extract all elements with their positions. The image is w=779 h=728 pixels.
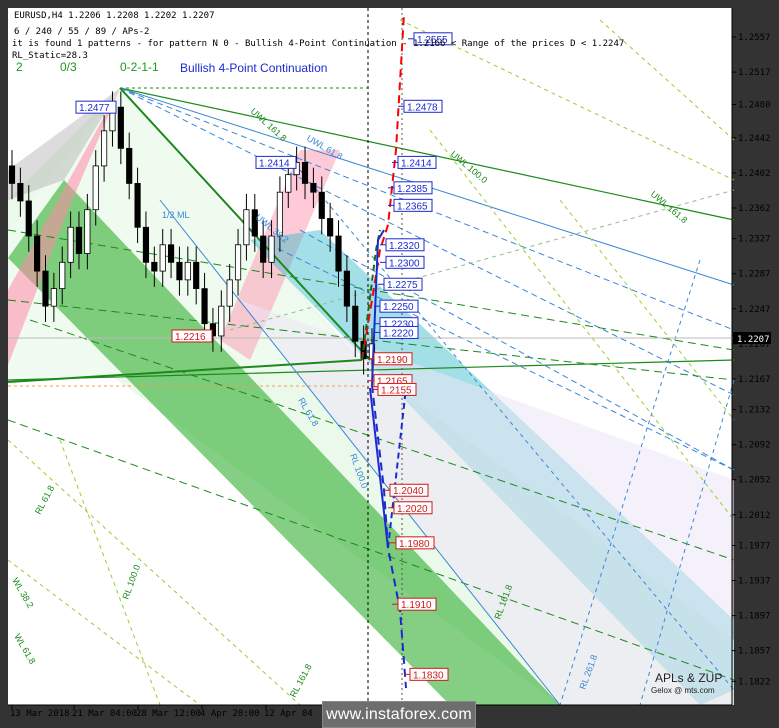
pattern-name: Bullish 4-Point Continuation <box>180 61 327 75</box>
candle-body <box>184 261 191 281</box>
wave-code: 0-2-1-1 <box>120 60 159 74</box>
level-label: 1.2478 <box>407 102 438 113</box>
candle-body <box>159 244 166 272</box>
level-label: 1.2220 <box>383 328 414 339</box>
email-watermark: Gelox @ mts.com <box>651 686 715 695</box>
y-tick-label: 1.2287 <box>738 270 771 280</box>
candle-body <box>327 218 334 237</box>
level-label: 1.2320 <box>389 241 420 252</box>
candle-body <box>17 183 24 202</box>
candle-body <box>142 226 150 263</box>
candle-body <box>310 183 317 193</box>
candle-body <box>260 235 267 263</box>
candle-body <box>34 235 41 272</box>
y-axis-ticks: 1.2557 1.2517 1.2480 1.2442 1.2402 1.2362 1.23… <box>732 33 771 687</box>
x-tick-label: 21 Mar 04:00 <box>72 709 137 719</box>
y-tick-label: 1.2480 <box>738 101 771 111</box>
pattern-line: it is found 1 patterns - for pattern N 0… <box>12 39 624 49</box>
candle-body <box>201 288 208 325</box>
pivot-label: 1.2477 <box>79 103 110 114</box>
y-tick-label: 1.2167 <box>738 375 771 385</box>
y-tick-label: 1.2327 <box>738 235 771 245</box>
candle-body <box>243 209 250 246</box>
x-tick-label: 12 Apr 04 <box>264 709 313 719</box>
candle-body <box>117 106 124 149</box>
candle-body <box>218 305 225 337</box>
candle-body <box>234 244 242 281</box>
brand-watermark: APLs & ZUP <box>655 671 722 685</box>
level-label: 1.2040 <box>393 486 424 497</box>
y-tick-label: 1.2517 <box>738 68 771 78</box>
y-tick-label: 1.2557 <box>738 33 771 43</box>
candle-body <box>126 147 133 184</box>
candle-body <box>335 235 342 272</box>
y-tick-label: 1.1822 <box>738 677 771 687</box>
level-label: 1.2020 <box>397 504 428 515</box>
candle-body <box>92 165 99 211</box>
candle-body <box>226 279 233 307</box>
chart-window: UWL 161.8 UWL 61.8 UWL 100.0 UWL 161.8 1/2 M… <box>0 0 779 728</box>
y-tick-label: 1.2442 <box>738 134 771 144</box>
pivot-label: 1.2414 <box>259 158 290 169</box>
x-tick-label: 28 Mar 12:00 <box>136 709 201 719</box>
current-price-label: 1.2207 <box>737 335 770 345</box>
y-tick-label: 1.2012 <box>738 511 771 521</box>
site-banner-text: www.instaforex.com <box>326 705 472 723</box>
level-label: 1.2190 <box>377 355 408 366</box>
candle-body <box>352 305 359 342</box>
y-tick-label: 1.1897 <box>738 612 771 622</box>
candle-body <box>167 244 175 263</box>
price-chart[interactable]: UWL 161.8UWL 61.8UWL 100.0UWL 161.81/2 M… <box>0 0 779 728</box>
candle-body <box>25 200 32 237</box>
y-tick-label: 1.1857 <box>738 647 771 657</box>
candle-body <box>42 270 49 307</box>
candle-body <box>318 191 325 219</box>
candle-body <box>193 261 200 290</box>
y-tick-label: 1.1977 <box>738 541 771 551</box>
params-line: 6 / 240 / 55 / 89 / APs-2 <box>14 27 149 37</box>
candle-body <box>101 130 108 167</box>
candle-body <box>301 161 309 184</box>
level-label: 1.2275 <box>387 280 418 291</box>
x-tick-label: 13 Mar 2018 <box>10 709 70 719</box>
y-tick-label: 1.1937 <box>738 577 771 587</box>
candle-body <box>8 165 16 184</box>
line-tag: 1/2 ML <box>162 210 190 220</box>
candle-body <box>268 235 275 263</box>
candle-body <box>343 270 350 307</box>
level-label: 1.1980 <box>399 539 430 550</box>
pivot-label: 1.2216 <box>175 332 206 343</box>
y-tick-label: 1.2052 <box>738 476 771 486</box>
candle-body <box>84 209 91 254</box>
candle-body <box>75 226 83 254</box>
site-banner[interactable]: www.instaforex.com <box>322 701 476 728</box>
x-axis-ticks: 13 Mar 2018 21 Mar 04:0028 Mar 12:004 Apr… <box>10 705 313 719</box>
candle-body <box>59 261 66 290</box>
candle-body <box>134 183 141 228</box>
level-label: 1.1910 <box>401 600 432 611</box>
level-label: 1.2250 <box>383 302 414 313</box>
candle-body <box>151 261 158 272</box>
level-label: 1.2155 <box>381 385 412 396</box>
level-label: 1.2414 <box>401 158 432 169</box>
level-label: 1.2385 <box>397 184 428 195</box>
y-tick-label: 1.2362 <box>738 204 771 214</box>
level-label: 1.2365 <box>397 201 428 212</box>
y-tick-label: 1.2132 <box>738 406 771 416</box>
y-tick-label: 1.2402 <box>738 169 771 179</box>
candle-body <box>50 288 57 307</box>
x-tick-label: 4 Apr 20:00 <box>200 709 260 719</box>
level-label: 1.2300 <box>389 258 420 269</box>
count-b: 0/3 <box>60 60 77 74</box>
candle-body <box>251 209 258 237</box>
symbol-line: EURUSD,H4 1.2206 1.2208 1.2202 1.2207 <box>14 11 214 21</box>
y-tick-label: 1.2247 <box>738 305 771 315</box>
y-tick-label: 1.2092 <box>738 441 771 451</box>
candle-body <box>67 226 74 263</box>
count-a: 2 <box>16 60 23 74</box>
level-label: 1.1830 <box>413 670 444 681</box>
candle-body <box>176 261 183 281</box>
candle-body <box>285 174 292 193</box>
